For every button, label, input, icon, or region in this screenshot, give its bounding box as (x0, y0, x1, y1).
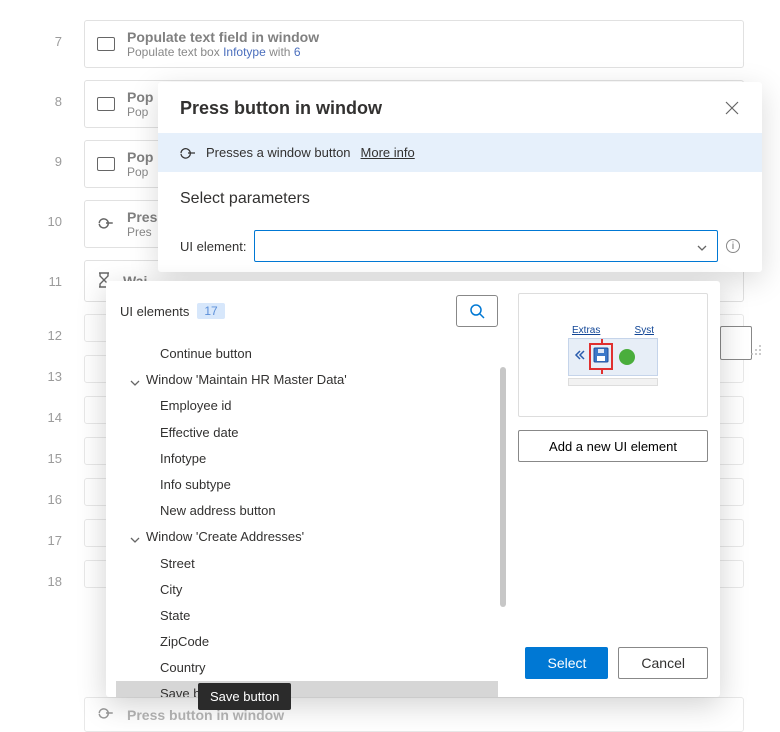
element-preview: Extras Syst (518, 293, 708, 417)
preview-highlight (589, 343, 613, 370)
chevron-down-icon (697, 241, 707, 251)
sap-green-icon (619, 349, 635, 365)
cancel-button[interactable]: Cancel (618, 647, 708, 679)
press-icon (97, 216, 115, 233)
tree-group-maintain-hr[interactable]: Window 'Maintain HR Master Data' (116, 367, 498, 393)
tree-group-create-addresses[interactable]: Window 'Create Addresses' (116, 524, 498, 550)
step-number: 18 (20, 560, 62, 589)
step-number: 7 (20, 20, 62, 49)
ui-element-select[interactable] (254, 230, 718, 262)
tree-item-country[interactable]: Country (116, 655, 498, 681)
step-number: 9 (20, 140, 62, 169)
step-number: 15 (20, 437, 62, 466)
tree-item-state[interactable]: State (116, 603, 498, 629)
tree-item-infotype[interactable]: Infotype (116, 446, 498, 472)
step-number: 10 (20, 200, 62, 229)
scrollbar[interactable] (500, 367, 506, 607)
step-number: 11 (20, 260, 62, 289)
step-number: 17 (20, 519, 62, 548)
step-number: 14 (20, 396, 62, 425)
chevron-down-icon (130, 375, 140, 385)
preview-menu-system: Syst (635, 325, 654, 336)
close-icon[interactable] (724, 100, 742, 118)
help-icon[interactable]: i (726, 239, 740, 253)
press-icon (178, 146, 196, 160)
info-text: Presses a window button (206, 145, 351, 160)
step-subtitle: Populate text box Infotype with 6 (127, 45, 731, 59)
sap-back-icon (573, 349, 583, 364)
tree-item-continue-button[interactable]: Continue button (116, 341, 498, 367)
press-button-modal: Press button in window Presses a window … (158, 82, 762, 272)
clipped-button[interactable] (720, 326, 752, 360)
chevron-down-icon (130, 532, 140, 542)
flow-step-7[interactable]: 7 Populate text field in window Populate… (20, 20, 780, 68)
ui-elements-dropdown: UI elements 17 Continue button Window 'M… (106, 281, 720, 697)
element-count-badge: 17 (197, 303, 224, 319)
select-parameters-heading: Select parameters (180, 190, 740, 208)
tree-item-street[interactable]: Street (116, 551, 498, 577)
step-number: 12 (20, 314, 62, 343)
textbox-icon (97, 157, 115, 171)
modal-title: Press button in window (180, 98, 382, 119)
tree-item-zipcode[interactable]: ZipCode (116, 629, 498, 655)
step-number: 13 (20, 355, 62, 384)
dropdown-title: UI elements (120, 304, 189, 319)
preview-menu-extras: Extras (572, 325, 600, 336)
step-number: 16 (20, 478, 62, 507)
ui-element-tree: Continue button Window 'Maintain HR Mast… (116, 337, 506, 697)
tree-item-info-subtype[interactable]: Info subtype (116, 472, 498, 498)
search-button[interactable] (456, 295, 498, 327)
tree-item-new-address-button[interactable]: New address button (116, 498, 498, 524)
save-disk-icon (593, 347, 609, 363)
tree-item-employee-id[interactable]: Employee id (116, 393, 498, 419)
textbox-icon (97, 37, 115, 51)
textbox-icon (97, 97, 115, 111)
add-ui-element-button[interactable]: Add a new UI element (518, 430, 708, 462)
step-title: Populate text field in window (127, 29, 731, 45)
select-button[interactable]: Select (525, 647, 608, 679)
tree-item-effective-date[interactable]: Effective date (116, 420, 498, 446)
resize-grip-icon[interactable] (749, 343, 763, 358)
ui-element-label: UI element: (180, 239, 246, 254)
flow-step-last[interactable]: Press button in window (84, 697, 744, 732)
press-icon (97, 706, 115, 723)
step-number: 8 (20, 80, 62, 109)
tree-item-city[interactable]: City (116, 577, 498, 603)
info-banner: Presses a window button More info (158, 133, 762, 172)
tooltip: Save button (198, 683, 291, 710)
more-info-link[interactable]: More info (361, 145, 415, 160)
search-icon (469, 303, 485, 319)
tree-item-save-button[interactable]: Save button (116, 681, 498, 697)
